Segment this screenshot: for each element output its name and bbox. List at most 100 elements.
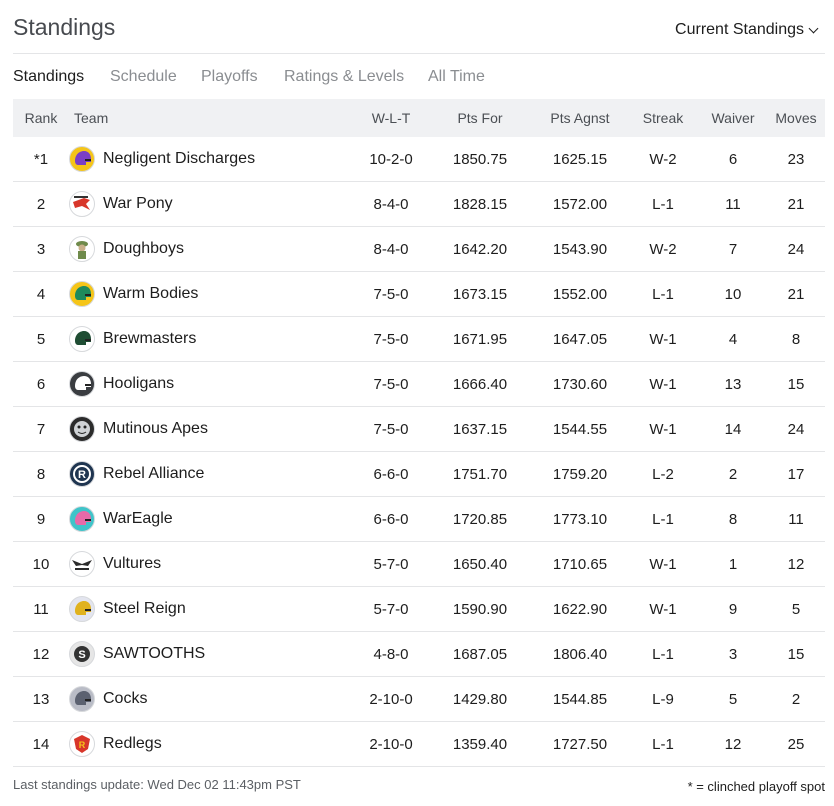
pts-agnst-cell: 1710.65 bbox=[533, 541, 627, 587]
waiver-cell: 14 bbox=[699, 406, 767, 452]
team-mutinous-apes[interactable]: Mutinous Apes bbox=[69, 416, 355, 442]
moves-cell: 23 bbox=[767, 137, 825, 182]
team-redlegs[interactable]: R Redlegs bbox=[69, 731, 355, 757]
rank-cell: 13 bbox=[13, 676, 69, 722]
ape-icon[interactable] bbox=[69, 416, 95, 442]
pts-for-cell: 1429.80 bbox=[427, 676, 533, 722]
table-row: 9 WarEagle 6-6-0 1720.85 1773.10 L-1 8 1… bbox=[13, 496, 825, 542]
col-rank[interactable]: Rank bbox=[13, 99, 69, 137]
col-moves[interactable]: Moves bbox=[767, 99, 825, 137]
helmet-icon[interactable] bbox=[69, 506, 95, 532]
pts-agnst-cell: 1622.90 bbox=[533, 586, 627, 632]
waiver-cell: 8 bbox=[699, 496, 767, 542]
team-name-link[interactable]: Hooligans bbox=[103, 375, 174, 393]
team-steel-reign[interactable]: Steel Reign bbox=[69, 596, 355, 622]
pts-agnst-cell: 1647.05 bbox=[533, 316, 627, 362]
table-row: 14 R Redlegs 2-10-0 1359.40 1727.50 L-1 … bbox=[13, 721, 825, 767]
dropdown-label: Current Standings bbox=[675, 21, 804, 38]
vulture-icon[interactable] bbox=[69, 551, 95, 577]
helmet-icon[interactable] bbox=[69, 596, 95, 622]
team-name-link[interactable]: Warm Bodies bbox=[103, 285, 198, 303]
soldier-icon[interactable] bbox=[69, 236, 95, 262]
moves-cell: 5 bbox=[767, 586, 825, 632]
team-doughboys[interactable]: Doughboys bbox=[69, 236, 355, 262]
table-row: 6 Hooligans 7-5-0 1666.40 1730.60 W-1 13… bbox=[13, 361, 825, 407]
tab-playoffs[interactable]: Playoffs bbox=[201, 68, 258, 86]
tab-standings[interactable]: Standings bbox=[13, 68, 84, 86]
page-title: Standings bbox=[13, 14, 116, 40]
team-name-link[interactable]: Rebel Alliance bbox=[103, 465, 204, 483]
streak-cell: W-2 bbox=[627, 226, 699, 272]
streak-cell: L-1 bbox=[627, 496, 699, 542]
moves-cell: 15 bbox=[767, 631, 825, 677]
team-negligent-discharges[interactable]: Negligent Discharges bbox=[69, 146, 355, 172]
team-war-pony[interactable]: War Pony bbox=[69, 191, 355, 217]
streak-cell: W-1 bbox=[627, 316, 699, 362]
col-team[interactable]: Team bbox=[69, 99, 355, 137]
pts-agnst-cell: 1572.00 bbox=[533, 181, 627, 227]
pts-for-cell: 1642.20 bbox=[427, 226, 533, 272]
team-name-link[interactable]: Negligent Discharges bbox=[103, 150, 255, 168]
pts-agnst-cell: 1543.90 bbox=[533, 226, 627, 272]
streak-cell: L-2 bbox=[627, 451, 699, 497]
table-row: 8 R Rebel Alliance 6-6-0 1751.70 1759.20… bbox=[13, 451, 825, 497]
team-rebel-alliance[interactable]: R Rebel Alliance bbox=[69, 461, 355, 487]
col-pts-agnst[interactable]: Pts Agnst bbox=[533, 99, 627, 137]
waiver-cell: 9 bbox=[699, 586, 767, 632]
team-name-link[interactable]: WarEagle bbox=[103, 510, 173, 528]
current-standings-dropdown[interactable]: Current Standings bbox=[675, 21, 819, 39]
team-name-link[interactable]: Vultures bbox=[103, 555, 161, 573]
helmet-icon[interactable] bbox=[69, 326, 95, 352]
col-streak[interactable]: Streak bbox=[627, 99, 699, 137]
streak-cell: W-1 bbox=[627, 406, 699, 452]
helmet-icon[interactable] bbox=[69, 146, 95, 172]
standings-tabs: Standings Schedule Playoffs Ratings & Le… bbox=[13, 54, 825, 100]
streak-cell: W-2 bbox=[627, 137, 699, 182]
helmet-icon[interactable] bbox=[69, 686, 95, 712]
wlt-cell: 2-10-0 bbox=[355, 721, 427, 767]
team-name-link[interactable]: Doughboys bbox=[103, 240, 184, 258]
team-name-link[interactable]: Redlegs bbox=[103, 735, 162, 753]
col-wlt[interactable]: W-L-T bbox=[355, 99, 427, 137]
waiver-cell: 5 bbox=[699, 676, 767, 722]
standings-table: Rank Team W-L-T Pts For Pts Agnst Streak… bbox=[13, 99, 825, 767]
tab-ratings-levels[interactable]: Ratings & Levels bbox=[284, 68, 404, 86]
rank-cell: 2 bbox=[13, 181, 69, 227]
helmet-icon[interactable] bbox=[69, 281, 95, 307]
team-warm-bodies[interactable]: Warm Bodies bbox=[69, 281, 355, 307]
shield-icon[interactable]: R bbox=[69, 731, 95, 757]
tab-all-time[interactable]: All Time bbox=[428, 68, 485, 86]
pts-agnst-cell: 1544.55 bbox=[533, 406, 627, 452]
team-name-link[interactable]: Cocks bbox=[103, 690, 147, 708]
wlt-cell: 6-6-0 bbox=[355, 496, 427, 542]
team-sawtooths[interactable]: S SAWTOOTHS bbox=[69, 641, 355, 667]
tab-schedule[interactable]: Schedule bbox=[110, 68, 177, 86]
rank-cell: 3 bbox=[13, 226, 69, 272]
pony-icon[interactable] bbox=[69, 191, 95, 217]
team-name-link[interactable]: Brewmasters bbox=[103, 330, 196, 348]
rebel-r-icon[interactable]: R bbox=[69, 461, 95, 487]
helmet-icon[interactable] bbox=[69, 371, 95, 397]
team-wareagle[interactable]: WarEagle bbox=[69, 506, 355, 532]
team-brewmasters[interactable]: Brewmasters bbox=[69, 326, 355, 352]
team-name-link[interactable]: SAWTOOTHS bbox=[103, 645, 205, 663]
col-waiver[interactable]: Waiver bbox=[699, 99, 767, 137]
wlt-cell: 7-5-0 bbox=[355, 271, 427, 317]
waiver-cell: 1 bbox=[699, 541, 767, 587]
pts-for-cell: 1590.90 bbox=[427, 586, 533, 632]
moves-cell: 17 bbox=[767, 451, 825, 497]
col-pts-for[interactable]: Pts For bbox=[427, 99, 533, 137]
team-name-link[interactable]: War Pony bbox=[103, 195, 173, 213]
streak-cell: L-1 bbox=[627, 631, 699, 677]
team-hooligans[interactable]: Hooligans bbox=[69, 371, 355, 397]
pts-for-cell: 1828.15 bbox=[427, 181, 533, 227]
team-vultures[interactable]: Vultures bbox=[69, 551, 355, 577]
team-name-link[interactable]: Mutinous Apes bbox=[103, 420, 208, 438]
team-cocks[interactable]: Cocks bbox=[69, 686, 355, 712]
s-badge-icon[interactable]: S bbox=[69, 641, 95, 667]
standings-header: Standings Current Standings bbox=[13, 0, 825, 54]
pts-agnst-cell: 1730.60 bbox=[533, 361, 627, 407]
team-name-link[interactable]: Steel Reign bbox=[103, 600, 186, 618]
moves-cell: 21 bbox=[767, 271, 825, 317]
pts-for-cell: 1673.15 bbox=[427, 271, 533, 317]
